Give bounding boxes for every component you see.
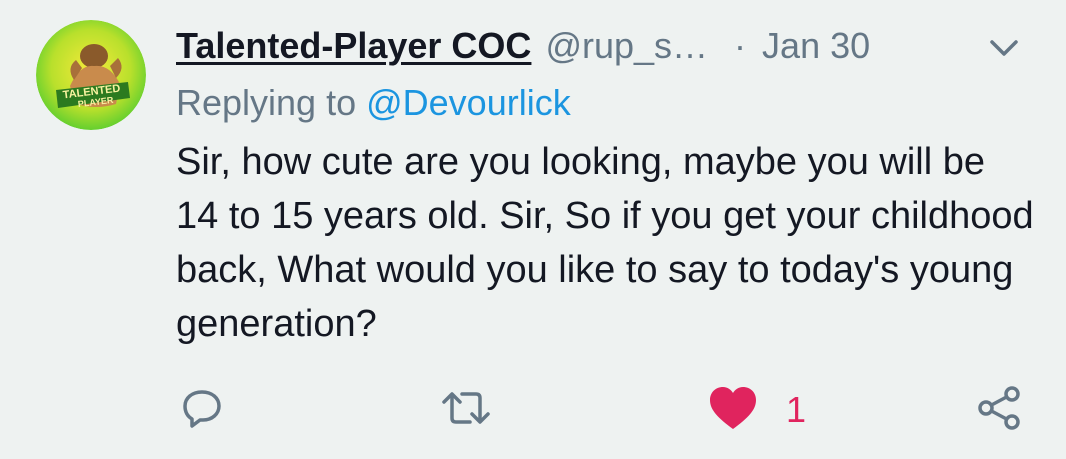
tweet-text: Sir, how cute are you looking, maybe you…: [176, 141, 1034, 345]
share-button[interactable]: [976, 380, 1024, 440]
share-icon: [976, 384, 1024, 437]
tweet[interactable]: TALENTED PLAYER Talented-Player COC @rup…: [0, 0, 1066, 459]
heart-icon: [708, 385, 758, 436]
user-handle[interactable]: @rup_s…: [545, 25, 708, 67]
chevron-down-icon[interactable]: [986, 30, 1022, 66]
retweet-button[interactable]: [440, 380, 492, 440]
reply-button[interactable]: [178, 380, 226, 440]
replying-to-label: Replying to: [176, 82, 357, 123]
avatar[interactable]: TALENTED PLAYER: [36, 20, 146, 130]
reply-icon: [178, 384, 226, 437]
action-bar: 1: [0, 380, 1066, 440]
retweet-icon: [440, 384, 492, 437]
display-name[interactable]: Talented-Player COC: [176, 25, 531, 67]
like-button[interactable]: 1: [708, 380, 806, 440]
like-count: 1: [786, 389, 807, 430]
separator-dot: ·: [734, 25, 747, 66]
replying-to: Replying to @Devourlick: [176, 78, 571, 128]
replying-to-handle[interactable]: @Devourlick: [366, 82, 571, 124]
tweet-date[interactable]: Jan 30: [762, 25, 870, 67]
tweet-header: Talented-Player COC @rup_s… · Jan 30: [176, 18, 1026, 74]
